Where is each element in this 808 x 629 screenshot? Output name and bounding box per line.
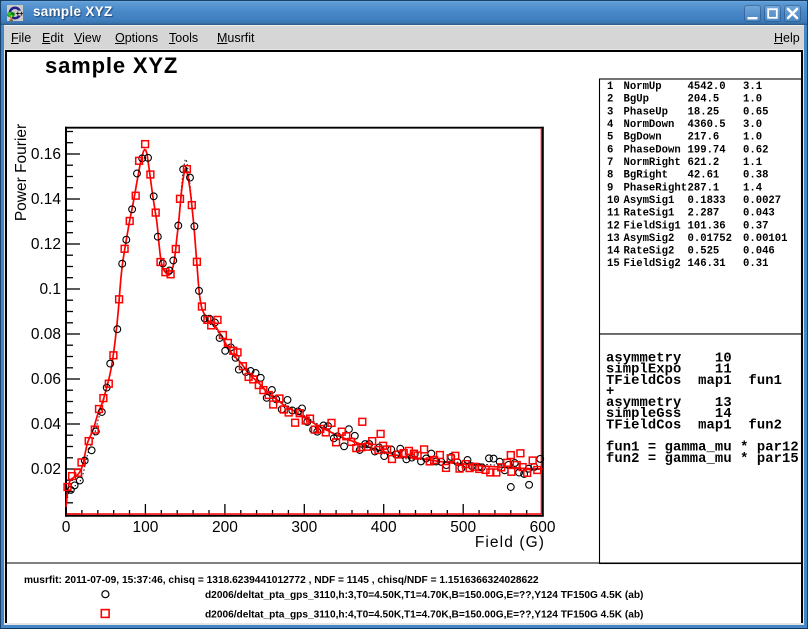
svg-text:0.31: 0.31 bbox=[743, 258, 768, 270]
svg-text:FieldSig2: FieldSig2 bbox=[624, 258, 681, 270]
svg-text:7: 7 bbox=[607, 157, 613, 169]
svg-text:101.36: 101.36 bbox=[688, 220, 726, 232]
svg-text:0.12: 0.12 bbox=[31, 236, 61, 253]
svg-text:42.61: 42.61 bbox=[688, 170, 720, 182]
svg-text:AsymSig1: AsymSig1 bbox=[624, 195, 675, 207]
svg-text:18.25: 18.25 bbox=[688, 106, 720, 118]
svg-text:0: 0 bbox=[62, 519, 71, 536]
svg-text:0.01752: 0.01752 bbox=[688, 233, 733, 245]
svg-text:BgDown: BgDown bbox=[624, 132, 662, 144]
svg-text:0.38: 0.38 bbox=[743, 170, 768, 182]
svg-text:199.74: 199.74 bbox=[688, 144, 727, 156]
svg-text:PhaseDown: PhaseDown bbox=[624, 144, 681, 156]
svg-text:Field (G): Field (G) bbox=[475, 534, 545, 551]
svg-text:Power Fourier: Power Fourier bbox=[13, 124, 30, 221]
svg-text:fun2 = gamma_mu * par15: fun2 = gamma_mu * par15 bbox=[606, 451, 799, 467]
svg-text:500: 500 bbox=[450, 519, 476, 536]
svg-text:PhaseRight: PhaseRight bbox=[624, 182, 688, 194]
svg-text:0.62: 0.62 bbox=[743, 144, 768, 156]
svg-text:0.06: 0.06 bbox=[31, 371, 61, 388]
svg-text:0.043: 0.043 bbox=[743, 208, 775, 220]
svg-text:100: 100 bbox=[132, 519, 158, 536]
svg-text:RateSig2: RateSig2 bbox=[624, 246, 675, 258]
svg-text:2: 2 bbox=[607, 94, 613, 106]
svg-text:11: 11 bbox=[607, 208, 620, 220]
svg-text:6: 6 bbox=[607, 144, 613, 156]
svg-text:0.14: 0.14 bbox=[31, 191, 62, 208]
svg-text:0.1833: 0.1833 bbox=[688, 195, 726, 207]
svg-text:8: 8 bbox=[607, 170, 613, 182]
svg-text:0.525: 0.525 bbox=[688, 246, 720, 258]
svg-text:NormRight: NormRight bbox=[624, 157, 681, 169]
svg-text:3.0: 3.0 bbox=[743, 119, 762, 131]
svg-text:0.0027: 0.0027 bbox=[743, 195, 781, 207]
svg-text:0.046: 0.046 bbox=[743, 246, 775, 258]
svg-text:++: ++ bbox=[16, 9, 23, 18]
svg-text:4: 4 bbox=[607, 119, 614, 131]
svg-text:FieldSig1: FieldSig1 bbox=[624, 220, 681, 232]
svg-text:3.1: 3.1 bbox=[743, 81, 762, 93]
svg-text:3: 3 bbox=[607, 106, 613, 118]
svg-text:0.04: 0.04 bbox=[31, 416, 62, 433]
svg-text:1: 1 bbox=[607, 81, 613, 93]
svg-text:0.00101: 0.00101 bbox=[743, 233, 788, 245]
svg-text:TFieldCos map1 fun2: TFieldCos map1 fun2 bbox=[606, 417, 782, 433]
svg-text:0.1: 0.1 bbox=[39, 281, 61, 298]
svg-text:14: 14 bbox=[607, 246, 620, 258]
svg-text:12: 12 bbox=[607, 220, 620, 232]
svg-text:400: 400 bbox=[371, 519, 397, 536]
svg-text:4360.5: 4360.5 bbox=[688, 119, 726, 131]
svg-text:1.0: 1.0 bbox=[743, 132, 762, 144]
svg-text:13: 13 bbox=[607, 233, 620, 245]
svg-text:AsymSig2: AsymSig2 bbox=[624, 233, 675, 245]
svg-text:1.1: 1.1 bbox=[743, 157, 762, 169]
svg-text:204.5: 204.5 bbox=[688, 94, 720, 106]
svg-text:146.31: 146.31 bbox=[688, 258, 726, 270]
svg-text:NormDown: NormDown bbox=[624, 119, 675, 131]
svg-text:d2006/deltat_pta_gps_3110,h:3,: d2006/deltat_pta_gps_3110,h:3,T0=4.50K,T… bbox=[205, 590, 643, 601]
svg-text:BgRight: BgRight bbox=[624, 170, 669, 182]
svg-text:0.02: 0.02 bbox=[31, 461, 61, 478]
svg-text:15: 15 bbox=[607, 258, 620, 270]
svg-text:9: 9 bbox=[607, 182, 613, 194]
svg-text:10: 10 bbox=[607, 195, 620, 207]
svg-text:300: 300 bbox=[291, 519, 317, 536]
svg-text:1.4: 1.4 bbox=[743, 182, 763, 194]
svg-text:1.0: 1.0 bbox=[743, 94, 762, 106]
svg-text:musrfit: 2011-07-09, 15:37:46,: musrfit: 2011-07-09, 15:37:46, chisq = 1… bbox=[24, 575, 539, 586]
svg-text:287.1: 287.1 bbox=[688, 182, 720, 194]
svg-text:2.287: 2.287 bbox=[688, 208, 720, 220]
svg-text:d2006/deltat_pta_gps_3110,h:4,: d2006/deltat_pta_gps_3110,h:4,T0=4.50K,T… bbox=[205, 610, 643, 621]
svg-text:0.65: 0.65 bbox=[743, 106, 768, 118]
svg-text:sample XYZ: sample XYZ bbox=[45, 53, 178, 78]
svg-text:200: 200 bbox=[212, 519, 238, 536]
svg-text:621.2: 621.2 bbox=[688, 157, 720, 169]
svg-text:TFieldCos map1 fun1: TFieldCos map1 fun1 bbox=[606, 373, 782, 389]
svg-text:RateSig1: RateSig1 bbox=[624, 208, 675, 220]
svg-text:217.6: 217.6 bbox=[688, 132, 720, 144]
svg-text:BgUp: BgUp bbox=[624, 94, 649, 106]
svg-text:PhaseUp: PhaseUp bbox=[624, 106, 669, 118]
svg-text:0.37: 0.37 bbox=[743, 220, 768, 232]
svg-text:4542.0: 4542.0 bbox=[688, 81, 726, 93]
svg-text:5: 5 bbox=[607, 132, 613, 144]
svg-text:NormUp: NormUp bbox=[624, 81, 662, 93]
svg-text:0.08: 0.08 bbox=[31, 326, 61, 343]
svg-text:0.16: 0.16 bbox=[31, 146, 61, 163]
